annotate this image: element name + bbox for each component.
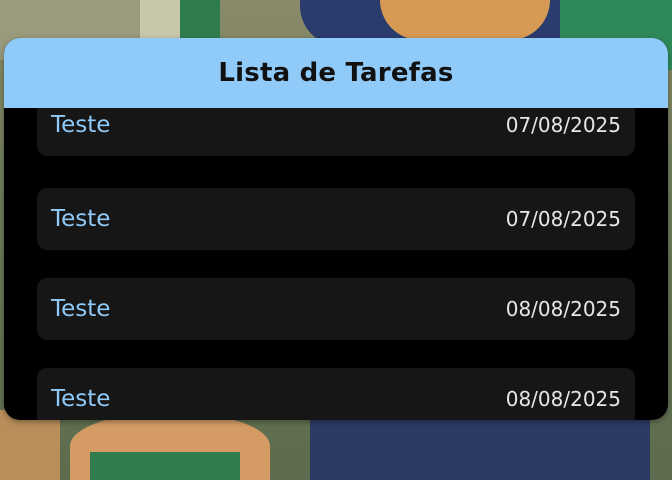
task-title: Teste xyxy=(51,112,111,138)
task-date: 08/08/2025 xyxy=(505,297,621,321)
task-title: Teste xyxy=(51,206,111,232)
task-item[interactable]: Teste 08/08/2025 xyxy=(37,278,635,340)
task-item[interactable]: Teste 07/08/2025 xyxy=(37,108,635,156)
widget-header: Lista de Tarefas xyxy=(4,38,668,108)
task-list-widget: Lista de Tarefas Teste 07/08/2025 Teste … xyxy=(4,38,668,420)
task-list[interactable]: Teste 07/08/2025 Teste 07/08/2025 Teste … xyxy=(4,108,668,420)
task-date: 07/08/2025 xyxy=(505,207,621,231)
task-item[interactable]: Teste 08/08/2025 xyxy=(37,368,635,420)
task-date: 07/08/2025 xyxy=(505,113,621,137)
widget-title: Lista de Tarefas xyxy=(218,58,454,88)
task-item[interactable]: Teste 07/08/2025 xyxy=(37,188,635,250)
task-title: Teste xyxy=(51,386,111,412)
task-title: Teste xyxy=(51,296,111,322)
task-date: 08/08/2025 xyxy=(505,387,621,411)
